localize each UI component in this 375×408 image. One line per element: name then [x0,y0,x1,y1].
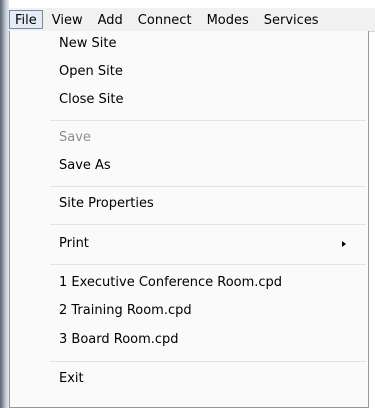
menu-item-close-site[interactable]: Close Site [10,89,368,111]
window-frame-edge [0,0,9,408]
menu-file[interactable]: File [9,10,43,29]
menu-separator [50,264,366,265]
menu-item-save-as[interactable]: Save As [10,155,368,177]
menu-item-new-site[interactable]: New Site [10,33,368,55]
menu-item-recent-2[interactable]: 2 Training Room.cpd [10,300,368,322]
application-window: File View Add Connect Modes Services New… [0,0,375,408]
menu-item-site-properties[interactable]: Site Properties [10,193,368,215]
menu-services[interactable]: Services [258,10,325,29]
menu-item-print-label: Print [59,236,89,251]
menu-item-open-site[interactable]: Open Site [10,61,368,83]
menu-item-save: Save [59,130,91,145]
submenu-arrow-icon [342,241,346,247]
menubar: File View Add Connect Modes Services [9,8,375,32]
menu-separator [50,186,366,187]
menu-add[interactable]: Add [92,10,129,29]
menu-item-recent-3[interactable]: 3 Board Room.cpd [10,329,368,351]
menu-separator [50,361,366,362]
menu-item-exit[interactable]: Exit [10,368,368,390]
menu-item-recent-1[interactable]: 1 Executive Conference Room.cpd [10,272,368,294]
menu-item-print[interactable]: Print [10,233,368,255]
menu-connect[interactable]: Connect [132,10,198,29]
menu-modes[interactable]: Modes [201,10,255,29]
file-dropdown-menu: New Site Open Site Close Site Save Save … [9,31,369,408]
menu-view[interactable]: View [46,10,89,29]
menu-separator [50,224,366,225]
menu-separator [50,120,366,121]
